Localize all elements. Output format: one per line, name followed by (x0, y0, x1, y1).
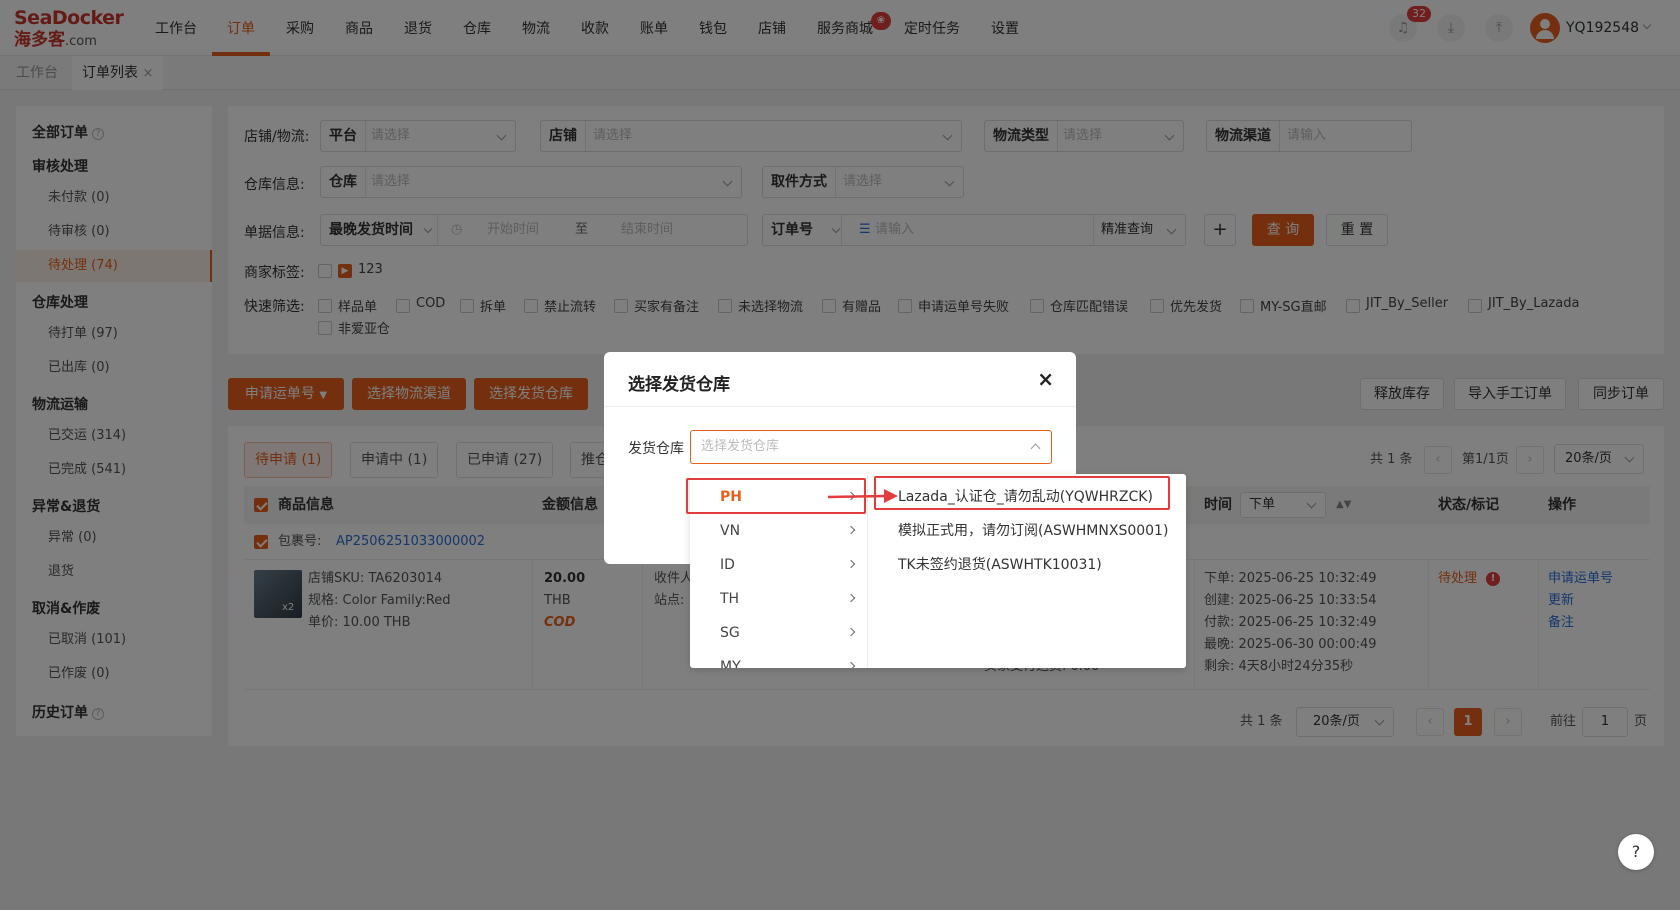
region-label-th: TH (720, 591, 740, 607)
annotation-box-warehouse (874, 476, 1170, 510)
chevron-right-icon (846, 525, 856, 535)
region-option-th[interactable]: TH (690, 582, 868, 616)
warehouse-option-tk-return[interactable]: TK未签约退货(ASWHTK10031) (898, 548, 1102, 582)
region-label-my: MY (720, 659, 741, 668)
annotation-arrow-icon (827, 489, 898, 503)
chevron-right-icon (846, 627, 856, 637)
region-option-id[interactable]: ID (690, 548, 868, 582)
warehouse-field-label: 发货仓库 (628, 441, 684, 457)
region-label-id: ID (720, 557, 735, 573)
region-label-vn: VN (720, 523, 741, 539)
chevron-up-icon (1030, 443, 1041, 454)
warehouse-cascader-placeholder: 选择发货仓库 (701, 439, 780, 454)
modal-divider (604, 406, 1076, 407)
region-label-sg: SG (720, 625, 740, 641)
warehouse-option-simulation[interactable]: 模拟正式用，请勿订阅(ASWHMNXS0001) (898, 514, 1168, 548)
region-option-vn[interactable]: VN (690, 514, 868, 548)
chevron-right-icon (846, 661, 856, 668)
region-option-sg[interactable]: SG (690, 616, 868, 650)
chevron-right-icon (846, 593, 856, 603)
warehouse-cascader-input[interactable]: 选择发货仓库 (690, 430, 1052, 464)
region-option-my[interactable]: MY (690, 650, 868, 668)
close-icon[interactable]: × (1037, 368, 1054, 390)
modal-title: 选择发货仓库 (628, 375, 730, 395)
help-button[interactable]: ? (1618, 834, 1654, 870)
chevron-right-icon (846, 559, 856, 569)
